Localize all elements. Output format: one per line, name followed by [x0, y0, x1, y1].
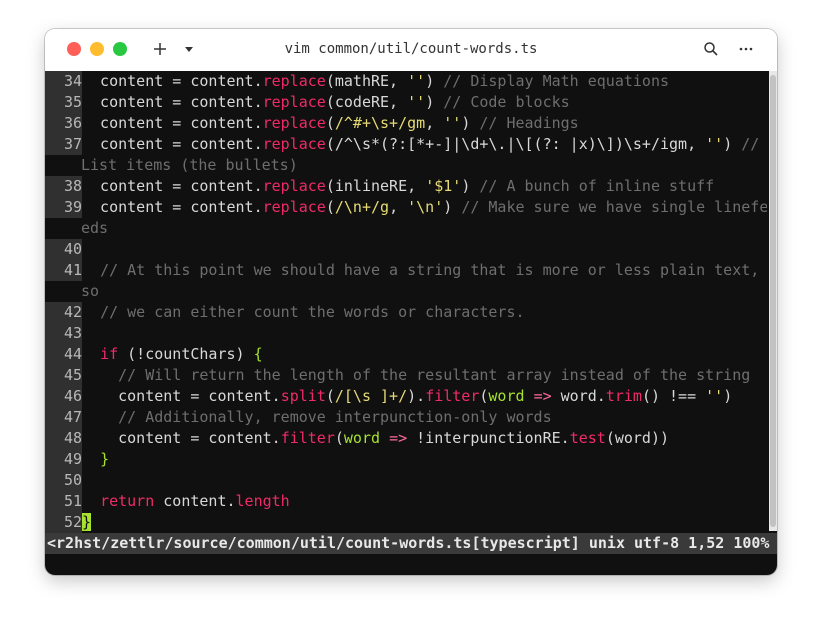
line-number: 44 — [45, 344, 82, 365]
line-text: content = content.filter(word => !interp… — [82, 429, 670, 447]
terminal-window: vim common/util/count-words.ts 34 conten… — [45, 29, 777, 575]
code-line: 43 — [45, 323, 767, 344]
code-line: 36 content = content.replace(/^#+\s+/gm,… — [45, 113, 767, 134]
line-number: 43 — [45, 323, 82, 344]
terminal-area[interactable]: 34 content = content.replace(mathRE, '')… — [45, 71, 777, 575]
line-text: content = content.split(/[\s ]+/).filter… — [82, 387, 733, 405]
code-line: 45 // Will return the length of the resu… — [45, 365, 767, 386]
code-line: 39 content = content.replace(/\n+/g, '\n… — [45, 197, 767, 218]
scrollbar-thumb[interactable] — [770, 75, 776, 527]
more-icon — [739, 47, 753, 51]
more-options-button[interactable] — [735, 37, 757, 61]
scrollbar[interactable] — [769, 71, 777, 531]
code-line: 50 — [45, 470, 767, 491]
line-number: 49 — [45, 449, 82, 470]
line-text: content = content.replace(codeRE, '') //… — [82, 93, 570, 111]
line-number: 50 — [45, 470, 82, 491]
line-number: 48 — [45, 428, 82, 449]
line-number: 42 — [45, 302, 82, 323]
search-icon — [704, 42, 718, 56]
line-text: List items (the bullets) — [81, 156, 298, 174]
code-line: 46 content = content.split(/[\s ]+/).fil… — [45, 386, 767, 407]
code-line: 41 // At this point we should have a str… — [45, 260, 767, 281]
close-window-button[interactable] — [67, 42, 81, 56]
line-number: 47 — [45, 407, 82, 428]
line-number: 52 — [45, 512, 82, 533]
code-line: 35 content = content.replace(codeRE, '')… — [45, 92, 767, 113]
window-title: vim common/util/count-words.ts — [284, 41, 538, 57]
line-text: if (!countChars) { — [100, 345, 263, 363]
vim-status-line: <r2hst/zettlr/source/common/util/count-w… — [45, 533, 777, 554]
code-line: 42 // we can either count the words or c… — [45, 302, 767, 323]
line-text: return content.length — [100, 492, 290, 510]
line-text: so — [81, 282, 100, 300]
tab-dropdown-button[interactable] — [179, 37, 199, 61]
line-text: // Additionally, remove interpunction-on… — [118, 408, 552, 426]
line-number: 41 — [45, 260, 82, 281]
code-line: 37 content = content.replace(/^\s*(?:[*+… — [45, 134, 767, 155]
new-tab-button[interactable] — [149, 37, 171, 61]
code-line: 38 content = content.replace(inlineRE, '… — [45, 176, 767, 197]
code-line: 49 } — [45, 449, 767, 470]
line-number: 35 — [45, 92, 82, 113]
code-line: 34 content = content.replace(mathRE, '')… — [45, 71, 767, 92]
line-number: 39 — [45, 197, 82, 218]
cursor: } — [82, 513, 92, 531]
line-number: 40 — [45, 239, 82, 260]
line-text: content = content.replace(mathRE, '') //… — [82, 72, 670, 90]
line-number: 38 — [45, 176, 82, 197]
code-line: 47 // Additionally, remove interpunction… — [45, 407, 767, 428]
line-text: content = content.replace(inlineRE, '$1'… — [82, 177, 715, 195]
line-number — [45, 281, 82, 302]
line-text: // Will return the length of the resulta… — [118, 366, 751, 384]
line-text: content = content.replace(/^#+\s+/gm, ''… — [82, 114, 579, 132]
line-text: content = content.replace(/^\s*(?:[*+-]|… — [82, 135, 760, 153]
line-text: } — [82, 512, 767, 533]
code-editor[interactable]: 34 content = content.replace(mathRE, '')… — [45, 71, 767, 533]
line-text: // At this point we should have a string… — [100, 261, 760, 279]
search-button[interactable] — [700, 37, 722, 61]
line-number: 51 — [45, 491, 82, 512]
code-line: 48 content = content.filter(word => !int… — [45, 428, 767, 449]
line-number: 36 — [45, 113, 82, 134]
line-text: // we can either count the words or char… — [100, 303, 525, 321]
line-number: 46 — [45, 386, 82, 407]
code-line: 51 return content.length — [45, 491, 767, 512]
plus-icon — [154, 43, 166, 55]
line-text — [82, 239, 767, 260]
line-text: content = content.replace(/\n+/g, '\n') … — [82, 198, 767, 216]
code-line: eds — [45, 218, 767, 239]
line-number: 34 — [45, 71, 82, 92]
line-text: eds — [81, 219, 109, 237]
zoom-window-button[interactable] — [113, 42, 127, 56]
line-text — [82, 323, 767, 344]
chevron-down-icon — [185, 47, 193, 52]
line-text: } — [100, 450, 110, 468]
line-number — [45, 155, 82, 176]
code-line: 40 — [45, 239, 767, 260]
title-bar: vim common/util/count-words.ts — [45, 29, 777, 71]
code-line: 52} — [45, 512, 767, 533]
line-number: 45 — [45, 365, 82, 386]
line-text — [82, 470, 767, 491]
line-number: 37 — [45, 134, 82, 155]
minimize-window-button[interactable] — [90, 42, 104, 56]
line-number — [45, 218, 82, 239]
code-line: so — [45, 281, 767, 302]
code-line: 44 if (!countChars) { — [45, 344, 767, 365]
code-line: List items (the bullets) — [45, 155, 767, 176]
